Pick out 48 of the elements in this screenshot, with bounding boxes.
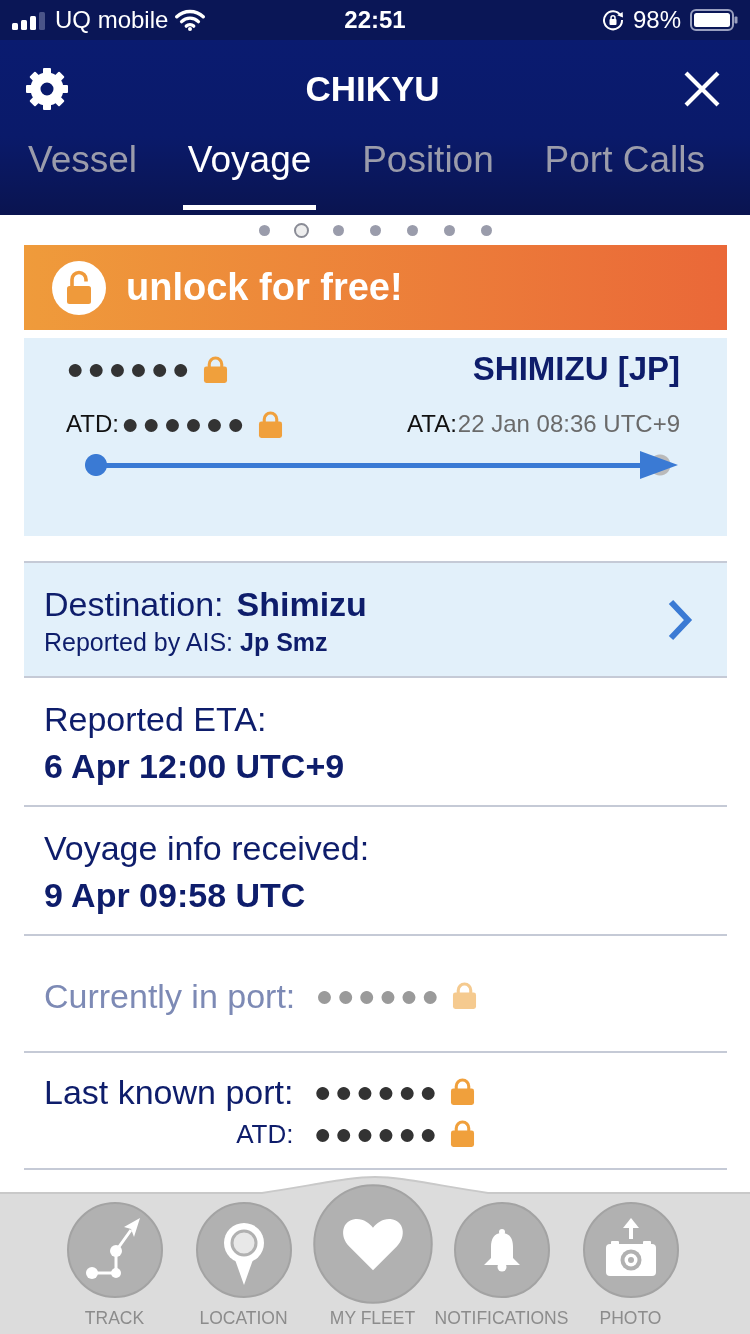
tab[interactable]: Vessel [23, 135, 142, 210]
port-name: SHIMIZU [JP] [472, 350, 680, 388]
tab-bar-button[interactable]: MY FLEET [312, 1184, 433, 1334]
info-label: Last known port: [44, 1071, 294, 1113]
masked-value: ●●●●●● [313, 1076, 441, 1107]
tab[interactable]: Port Calls [539, 135, 710, 210]
open-padlock-icon [52, 260, 106, 315]
gear-icon [25, 67, 69, 111]
tab[interactable]: Position [357, 135, 499, 210]
tab-bar-button[interactable]: LOCATION [195, 1202, 292, 1334]
carrier-name: UQ mobile [55, 6, 169, 34]
ata-label: ATA: [407, 410, 457, 438]
destination-row[interactable]: Destination: Shimizu Reported by AIS: Jp Smz [24, 561, 727, 678]
atd-label: ATD: [66, 410, 119, 438]
screen-title: CHIKYU [305, 69, 440, 109]
tab-bar-button[interactable]: PHOTO [582, 1202, 679, 1334]
close-icon [684, 71, 720, 107]
chevron-right-icon [667, 598, 693, 641]
clock: 22:51 [344, 6, 406, 34]
info-label: Voyage info received: [44, 828, 371, 869]
ais-label: Reported by AIS: [44, 626, 233, 658]
info-value: 6 Apr 12:00 UTC+9 [44, 746, 346, 787]
info-label: Currently in port: [44, 975, 296, 1017]
ais-value: Jp Smz [240, 626, 328, 658]
settings-button[interactable] [25, 67, 69, 111]
tab-bar-button[interactable]: TRACK [66, 1202, 163, 1334]
ata-value: 22 Jan 08:36 UTC+9 [457, 410, 680, 438]
tab[interactable]: Voyage [182, 135, 317, 210]
masked-value: ●●●●●● [313, 1118, 441, 1149]
unlock-banner[interactable]: unlock for free! [24, 245, 727, 330]
tab-bar-button[interactable]: NOTIFICATIONS [434, 1202, 569, 1334]
info-value: 9 Apr 09:58 UTC [44, 875, 307, 916]
masked-value: ●●●●●● [315, 980, 443, 1011]
info-label: Reported ETA: [44, 699, 268, 740]
signal-icon [12, 10, 48, 30]
bell-icon [453, 1202, 550, 1298]
map-pin-icon [195, 1202, 292, 1298]
info-label: ATD: [236, 1117, 294, 1151]
wifi-icon [175, 9, 206, 31]
destination-value: Shimizu [236, 583, 367, 625]
rotation-lock-icon [601, 9, 624, 31]
masked-value: ●●●●●● [120, 409, 248, 439]
battery-percent: 98% [632, 6, 681, 34]
close-button[interactable] [684, 71, 720, 107]
camera-upload-icon [582, 1202, 679, 1298]
battery-icon [690, 9, 738, 31]
masked-value: ●●●●●● [66, 354, 193, 384]
destination-label: Destination: [44, 583, 224, 625]
